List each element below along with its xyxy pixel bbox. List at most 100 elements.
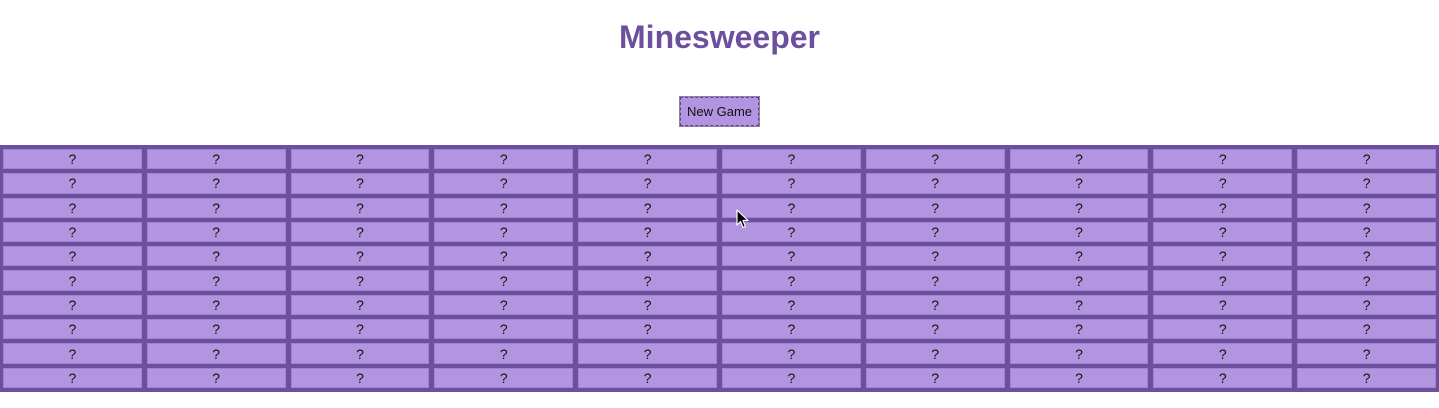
board-cell[interactable]: ? (578, 343, 717, 364)
board-cell[interactable]: ? (578, 270, 717, 291)
board-cell[interactable]: ? (865, 270, 1005, 291)
board-cell[interactable]: ? (290, 367, 430, 388)
board-cell[interactable]: ? (722, 149, 861, 170)
board-cell[interactable]: ? (578, 319, 717, 340)
board-cell[interactable]: ? (722, 294, 861, 316)
board-cell[interactable]: ? (434, 246, 574, 267)
board-cell[interactable]: ? (1153, 367, 1293, 388)
board-cell[interactable]: ? (865, 246, 1005, 267)
board-cell[interactable]: ? (434, 173, 574, 194)
board-cell[interactable]: ? (865, 343, 1005, 364)
board-cell[interactable]: ? (722, 221, 861, 243)
board-cell[interactable]: ? (146, 149, 286, 170)
board-cell[interactable]: ? (865, 173, 1005, 194)
board-cell[interactable]: ? (1153, 246, 1293, 267)
board-cell[interactable]: ? (146, 319, 286, 340)
board-cell[interactable]: ? (434, 197, 574, 218)
board-cell[interactable]: ? (1153, 149, 1293, 170)
board-cell[interactable]: ? (3, 270, 142, 291)
board-cell[interactable]: ? (290, 294, 430, 316)
board-cell[interactable]: ? (1153, 173, 1293, 194)
board-cell[interactable]: ? (722, 197, 861, 218)
board-cell[interactable]: ? (434, 270, 574, 291)
board-cell[interactable]: ? (865, 294, 1005, 316)
board-cell[interactable]: ? (1297, 197, 1436, 218)
board-cell[interactable]: ? (434, 367, 574, 388)
board-cell[interactable]: ? (578, 246, 717, 267)
board-cell[interactable]: ? (722, 343, 861, 364)
board-cell[interactable]: ? (1297, 221, 1436, 243)
board-cell[interactable]: ? (3, 367, 142, 388)
board-cell[interactable]: ? (578, 173, 717, 194)
board-cell[interactable]: ? (290, 270, 430, 291)
board-cell[interactable]: ? (1009, 221, 1149, 243)
board-cell[interactable]: ? (290, 149, 430, 170)
board-cell[interactable]: ? (3, 221, 142, 243)
board-cell[interactable]: ? (578, 294, 717, 316)
board-cell[interactable]: ? (146, 367, 286, 388)
board-cell[interactable]: ? (290, 173, 430, 194)
new-game-button[interactable]: New Game (678, 96, 761, 127)
board-cell[interactable]: ? (578, 221, 717, 243)
board-cell[interactable]: ? (1009, 294, 1149, 316)
board-cell[interactable]: ? (578, 149, 717, 170)
board-cell[interactable]: ? (290, 197, 430, 218)
board-cell[interactable]: ? (578, 197, 717, 218)
board-cell[interactable]: ? (146, 294, 286, 316)
board-cell[interactable]: ? (1009, 319, 1149, 340)
board-cell[interactable]: ? (146, 197, 286, 218)
board-cell[interactable]: ? (290, 221, 430, 243)
board-cell[interactable]: ? (1297, 173, 1436, 194)
board-cell[interactable]: ? (865, 221, 1005, 243)
board-cell[interactable]: ? (865, 197, 1005, 218)
board-cell[interactable]: ? (1153, 294, 1293, 316)
board-cell[interactable]: ? (1153, 221, 1293, 243)
board-cell[interactable]: ? (865, 319, 1005, 340)
board-cell[interactable]: ? (1297, 246, 1436, 267)
board-cell[interactable]: ? (1153, 343, 1293, 364)
board-cell[interactable]: ? (146, 221, 286, 243)
board-cell[interactable]: ? (1009, 173, 1149, 194)
board-cell[interactable]: ? (1297, 343, 1436, 364)
board-cell[interactable]: ? (3, 294, 142, 316)
board-cell[interactable]: ? (3, 173, 142, 194)
board-cell[interactable]: ? (722, 173, 861, 194)
board-cell[interactable]: ? (434, 343, 574, 364)
board-cell[interactable]: ? (1009, 343, 1149, 364)
board-cell[interactable]: ? (290, 343, 430, 364)
board-cell[interactable]: ? (722, 270, 861, 291)
board-cell[interactable]: ? (290, 319, 430, 340)
board-cell[interactable]: ? (1009, 270, 1149, 291)
board-cell[interactable]: ? (146, 343, 286, 364)
board-cell[interactable]: ? (434, 221, 574, 243)
board-cell[interactable]: ? (1297, 149, 1436, 170)
board-cell[interactable]: ? (146, 173, 286, 194)
board-cell[interactable]: ? (434, 294, 574, 316)
board-cell[interactable]: ? (146, 270, 286, 291)
board-cell[interactable]: ? (1297, 367, 1436, 388)
board-cell[interactable]: ? (1153, 319, 1293, 340)
board-cell[interactable]: ? (290, 246, 430, 267)
board-cell[interactable]: ? (865, 149, 1005, 170)
board-cell[interactable]: ? (434, 319, 574, 340)
board-cell[interactable]: ? (1297, 270, 1436, 291)
board-cell[interactable]: ? (578, 367, 717, 388)
board-cell[interactable]: ? (1153, 270, 1293, 291)
board-cell[interactable]: ? (1153, 197, 1293, 218)
board-cell[interactable]: ? (3, 246, 142, 267)
board-cell[interactable]: ? (434, 149, 574, 170)
board-cell[interactable]: ? (722, 246, 861, 267)
board-cell[interactable]: ? (3, 149, 142, 170)
board-cell[interactable]: ? (3, 197, 142, 218)
board-cell[interactable]: ? (1009, 149, 1149, 170)
board-cell[interactable]: ? (722, 319, 861, 340)
board-cell[interactable]: ? (1009, 246, 1149, 267)
board-cell[interactable]: ? (1297, 319, 1436, 340)
board-cell[interactable]: ? (3, 319, 142, 340)
board-cell[interactable]: ? (1297, 294, 1436, 316)
board-cell[interactable]: ? (865, 367, 1005, 388)
board-cell[interactable]: ? (146, 246, 286, 267)
board-cell[interactable]: ? (1009, 367, 1149, 388)
board-cell[interactable]: ? (1009, 197, 1149, 218)
board-cell[interactable]: ? (722, 367, 861, 388)
